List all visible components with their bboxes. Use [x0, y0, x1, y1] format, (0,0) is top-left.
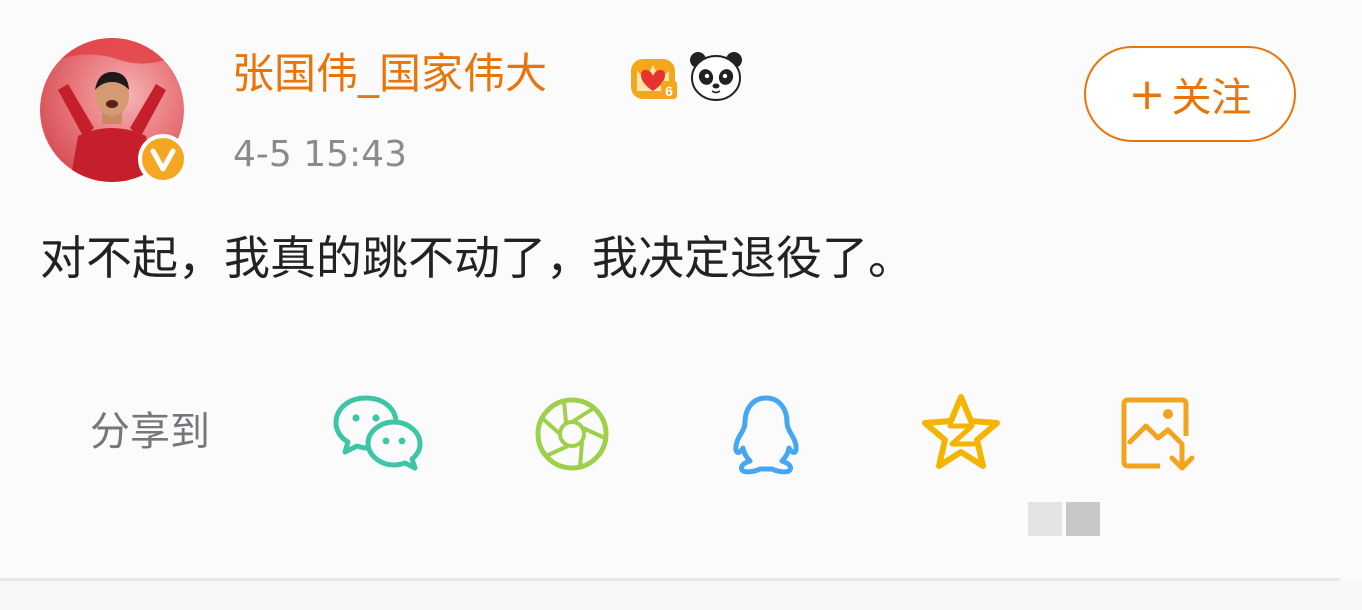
share-label: 分享到: [90, 409, 210, 455]
share-qq-button[interactable]: [728, 392, 804, 476]
moments-icon: [535, 397, 609, 471]
panda-icon: [688, 50, 744, 102]
plus-icon: +: [1128, 68, 1166, 120]
wechat-icon: [333, 395, 423, 471]
footer-band: [0, 581, 1362, 610]
post-timestamp: 4-5 15:43: [233, 134, 407, 175]
share-moments-button[interactable]: [532, 394, 612, 474]
crown-level: 6: [665, 83, 673, 99]
save-image-icon: [1121, 397, 1195, 471]
watermark-block: [1028, 502, 1062, 536]
follow-button[interactable]: + 关注: [1084, 46, 1296, 142]
share-save-image-button[interactable]: [1120, 396, 1200, 474]
watermark-block: [1066, 502, 1100, 536]
qq-icon: [733, 395, 799, 475]
weibo-post-card: 张国伟_国家伟大 6 4-5 15:43 + 关注 对不起，我真的跳不动了，我决…: [0, 0, 1362, 580]
crown-vip-icon: 6: [627, 51, 681, 103]
username[interactable]: 张国伟_国家伟大: [232, 44, 547, 104]
share-qzone-button[interactable]: [920, 392, 1002, 474]
share-wechat-button[interactable]: [332, 392, 424, 474]
post-content: 对不起，我真的跳不动了，我决定退役了。: [40, 231, 914, 285]
verified-badge-icon: [138, 134, 188, 184]
follow-label: 关注: [1171, 75, 1252, 121]
qzone-icon: [922, 394, 1000, 469]
